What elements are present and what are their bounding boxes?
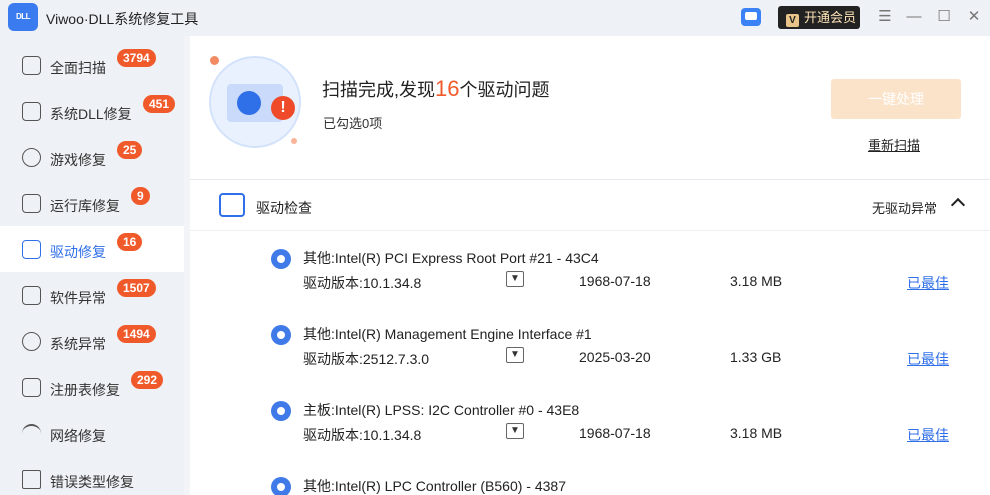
menu-icon[interactable]: ☰ [874,6,896,28]
driver-size: 1.33 GB [730,349,782,365]
scan-result-title: 扫描完成,发现16个驱动问题 [322,76,550,101]
rescan-link[interactable]: 重新扫描 [868,135,920,154]
scan-icon [22,56,41,75]
dll-icon [22,102,41,121]
sidebar-item-label: 系统DLL修复 [50,106,132,122]
sidebar-item-label: 全面扫描 [50,60,106,76]
sidebar-item-label: 软件异常 [50,290,106,306]
vip-button-label: 开通会员 [804,10,857,25]
count-badge: 1494 [117,325,156,343]
driver-name: 主板:Intel(R) LPSS: I2C Controller #0 - 43… [303,402,580,418]
driver-status-link[interactable]: 已最佳 [907,349,949,369]
sidebar-item-network-repair[interactable]: 网络修复 [0,410,184,456]
section-title: 驱动检查 [256,200,312,216]
driver-version: 驱动版本:10.1.34.8 [303,427,422,443]
sidebar-item-label: 网络修复 [50,428,106,444]
count-badge: 16 [117,233,143,251]
driver-date: 2025-03-20 [579,349,651,365]
version-dropdown[interactable]: ▼ [506,423,524,439]
maximize-button[interactable]: ☐ [933,6,955,28]
count-badge: 3794 [117,49,156,67]
driver-gear-icon [271,249,291,269]
gear-icon [237,91,261,115]
sidebar-item-system-error[interactable]: 系统异常 1494 [0,318,184,364]
version-dropdown[interactable]: ▼ [506,347,524,363]
sidebar-item-full-scan[interactable]: 全面扫描 3794 [0,42,184,88]
app-title: Viwoo·DLL系统修复工具 [46,11,199,27]
software-icon [22,286,41,305]
count-badge: 451 [143,95,176,113]
driver-name: 其他:Intel(R) PCI Express Root Port #21 - … [303,250,599,266]
chevron-up-icon[interactable] [950,197,966,213]
section-status: 无驱动异常 [872,201,938,216]
count-badge: 9 [131,187,150,205]
sidebar-item-label: 游戏修复 [50,152,106,168]
vip-button[interactable]: V 开通会员 [778,6,860,29]
divider [190,179,990,180]
sidebar: 全面扫描 3794 系统DLL修复 451 游戏修复 25 运行库修复 9 驱动… [0,36,184,495]
driver-gear-icon [271,401,291,421]
driver-date: 1968-07-18 [579,425,651,441]
driver-size: 3.18 MB [730,425,783,441]
version-dropdown[interactable]: ▼ [506,271,524,287]
sidebar-item-runtime-repair[interactable]: 运行库修复 9 [0,180,184,226]
sidebar-item-registry-repair[interactable]: 注册表修复 292 [0,364,184,410]
sidebar-item-driver-repair[interactable]: 驱动修复 16 [0,226,184,272]
driver-gear-icon [271,325,291,345]
divider [190,230,990,231]
sidebar-item-label: 系统异常 [50,336,106,352]
issue-count: 16 [435,76,460,101]
driver-version: 驱动版本:2512.7.3.0 [303,351,430,367]
main-panel: ! 扫描完成,发现16个驱动问题 已勾选0项 一键处理 重新扫描 驱动检查 无驱… [190,36,990,495]
driver-status-link[interactable]: 已最佳 [907,425,949,445]
driver-status-link[interactable]: 已最佳 [907,273,949,293]
sidebar-item-label: 驱动修复 [50,244,106,260]
selected-count: 已勾选0项 [323,116,383,131]
driver-gear-icon [271,477,291,495]
driver-size: 3.18 MB [730,273,783,289]
one-click-fix-button[interactable]: 一键处理 [831,79,961,119]
runtime-icon [22,194,41,213]
vip-icon: V [786,14,799,27]
sidebar-item-dll-repair[interactable]: 系统DLL修复 451 [0,88,184,134]
driver-icon [22,240,41,259]
minimize-button[interactable]: — [903,6,925,28]
close-button[interactable]: ✕ [963,6,985,28]
sidebar-item-label: 注册表修复 [50,382,120,398]
count-badge: 292 [131,371,164,389]
wifi-icon [22,424,41,443]
driver-check-icon [219,193,245,217]
sidebar-item-game-repair[interactable]: 游戏修复 25 [0,134,184,180]
message-icon[interactable] [741,8,761,26]
sidebar-item-label: 运行库修复 [50,198,120,214]
driver-name: 其他:Intel(R) LPC Controller (B560) - 4387 [303,478,566,494]
sidebar-item-label: 错误类型修复 [50,474,134,490]
count-badge: 1507 [117,279,156,297]
game-icon [22,148,41,167]
sidebar-item-error-type-repair[interactable]: 错误类型修复 [0,456,184,495]
driver-name: 其他:Intel(R) Management Engine Interface … [303,326,592,342]
sidebar-item-software-error[interactable]: 软件异常 1507 [0,272,184,318]
warning-badge-icon: ! [271,96,295,120]
registry-icon [22,378,41,397]
count-badge: 25 [117,141,143,159]
title-bar: DLL Viwoo·DLL系统修复工具 V 开通会员 ☰ — ☐ ✕ [0,0,990,36]
decor-dot [210,56,219,65]
warning-icon [22,470,41,489]
driver-date: 1968-07-18 [579,273,651,289]
app-logo-icon: DLL [8,3,38,31]
driver-version: 驱动版本:10.1.34.8 [303,275,422,291]
system-gear-icon [22,332,41,351]
decor-dot [291,138,297,144]
